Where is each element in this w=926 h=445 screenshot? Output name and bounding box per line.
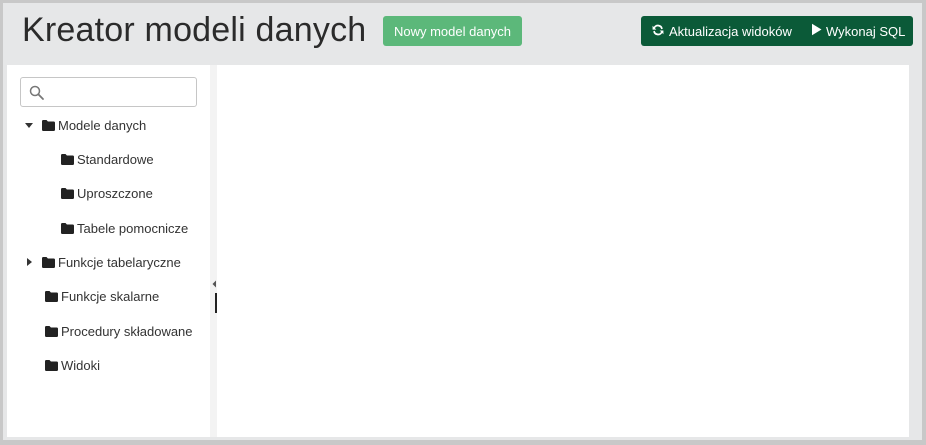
search-box[interactable] (20, 77, 197, 107)
refresh-views-label: Aktualizacja widoków (669, 23, 792, 39)
search-icon (29, 85, 45, 101)
caret-right-icon[interactable] (24, 257, 34, 267)
folder-icon (61, 222, 74, 234)
tree-item-standardowe[interactable]: Standardowe (61, 147, 154, 171)
tree-item-procedury-skladowane[interactable]: Procedury składowane (45, 319, 193, 343)
toolbar-actions: Aktualizacja widoków Wykonaj SQL (641, 16, 913, 46)
folder-icon (42, 119, 55, 131)
tree-item-funkcje-skalarne[interactable]: Funkcje skalarne (45, 284, 159, 308)
run-sql-label: Wykonaj SQL (826, 23, 906, 39)
folder-icon (45, 325, 58, 337)
refresh-icon (651, 23, 665, 40)
new-model-button[interactable]: Nowy model danych (383, 16, 522, 46)
tree-item-label: Funkcje skalarne (61, 288, 160, 304)
folder-icon (45, 359, 58, 371)
main-content-panel (217, 65, 909, 437)
tree-item-label: Procedury składowane (61, 323, 193, 339)
tree-item-label: Modele danych (58, 117, 147, 133)
tree-item-label: Uproszczone (77, 185, 153, 201)
folder-icon (45, 290, 58, 302)
tree-item-label: Widoki (61, 357, 101, 373)
search-input[interactable] (47, 80, 192, 104)
tree-item-funkcje-tabelaryczne[interactable]: Funkcje tabelaryczne (24, 250, 181, 274)
refresh-views-button[interactable]: Aktualizacja widoków (641, 16, 801, 46)
page-title: Kreator modeli danych (22, 11, 367, 49)
tree-item-uproszczone[interactable]: Uproszczone (61, 181, 153, 205)
tree-item-tabele-pomocnicze[interactable]: Tabele pomocnicze (61, 216, 188, 240)
play-icon (811, 23, 822, 39)
caret-down-icon[interactable] (24, 120, 34, 130)
tree-item-label: Funkcje tabelaryczne (58, 254, 181, 270)
sidebar-splitter[interactable] (210, 65, 217, 437)
tree-item-label: Tabele pomocnicze (77, 220, 189, 236)
folder-icon (61, 153, 74, 165)
tree-item-label: Standardowe (77, 151, 154, 167)
run-sql-button[interactable]: Wykonaj SQL (801, 16, 905, 46)
tree-item-modele-danych[interactable]: Modele danych (24, 113, 146, 137)
folder-icon (61, 187, 74, 199)
sidebar: Modele danych Standardowe Uproszczone Ta… (7, 65, 210, 437)
tree-item-widoki[interactable]: Widoki (45, 353, 100, 377)
folder-icon (42, 256, 55, 268)
